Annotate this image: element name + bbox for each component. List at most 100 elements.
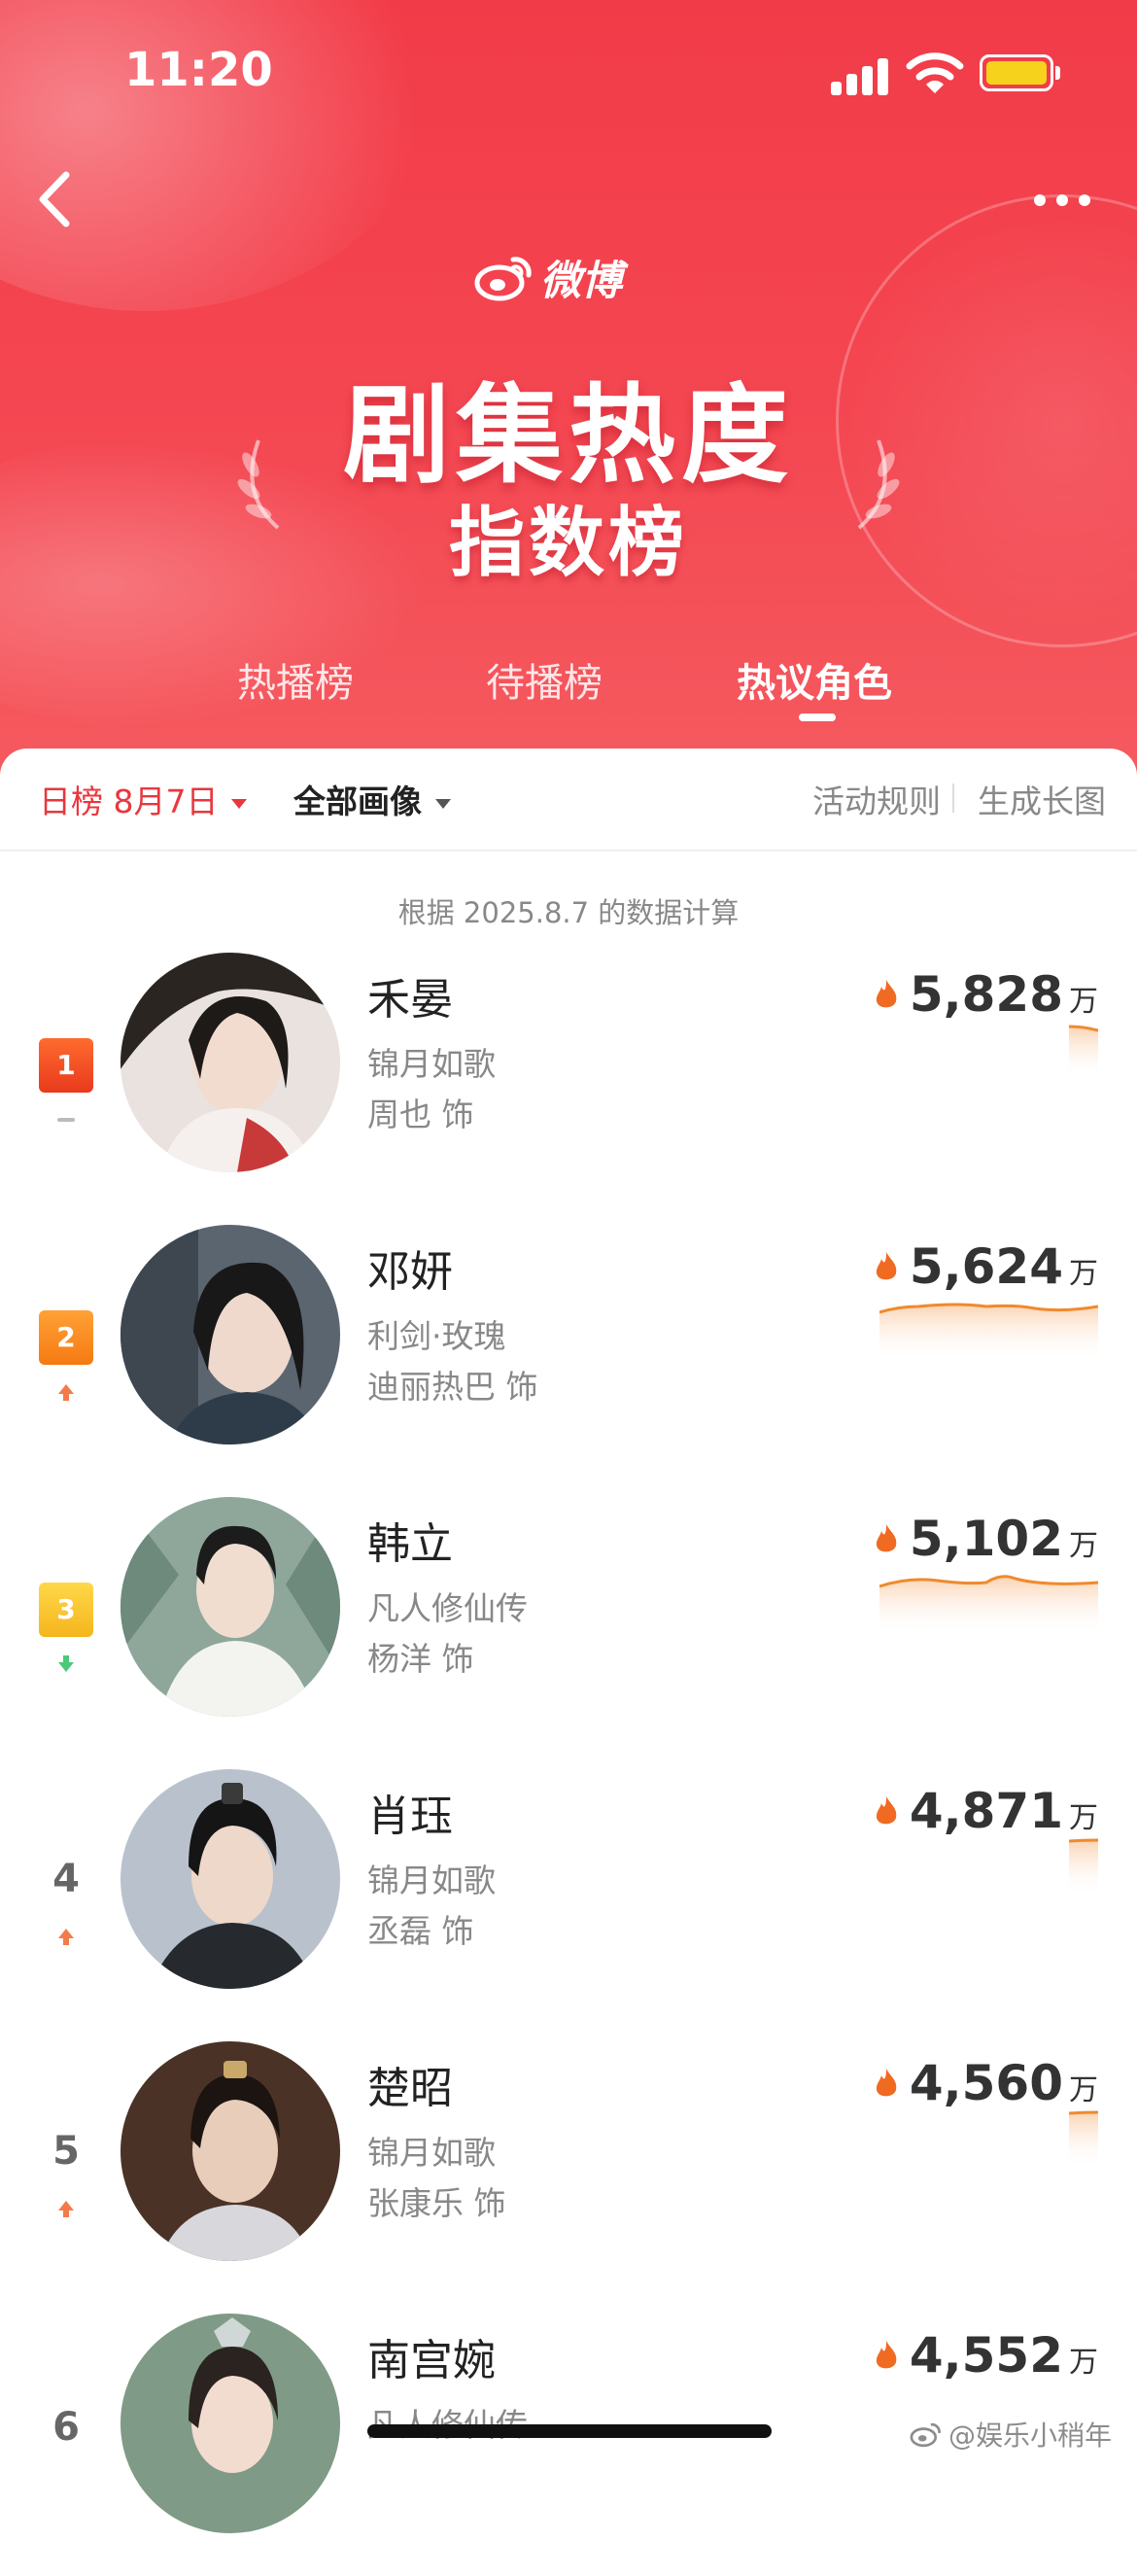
segment-filter-dropdown[interactable]: 全部画像 xyxy=(293,776,451,822)
tab-upcoming[interactable]: 待播榜 xyxy=(486,651,603,708)
calculation-note: 根据 2025.8.7 的数据计算 xyxy=(397,896,740,929)
heat-unit: 万 xyxy=(1069,1801,1098,1835)
caret-down-icon xyxy=(231,798,248,809)
drama-title: 锦月如歌 xyxy=(367,2134,496,2172)
signal-icon xyxy=(831,56,889,95)
tab-now-playing[interactable]: 热播榜 xyxy=(237,651,354,708)
weibo-logo-icon xyxy=(910,2422,941,2448)
watermark: @娱乐小稍年 xyxy=(910,2415,1112,2454)
rank-number: 6 xyxy=(52,2405,80,2450)
trend-sparkline xyxy=(879,1303,1098,1361)
character-name: 肖珏 xyxy=(367,1792,453,1841)
drama-title: 锦月如歌 xyxy=(367,1045,496,1083)
actor-name: 张康乐 饰 xyxy=(367,2184,506,2222)
avatar[interactable] xyxy=(121,2041,340,2261)
watermark-text: @娱乐小稍年 xyxy=(948,2419,1113,2452)
character-name: 邓妍 xyxy=(367,1247,453,1297)
list-item[interactable]: 1 禾晏 锦月如歌 周也 饰 5,828 万 xyxy=(0,943,1137,1215)
avatar[interactable] xyxy=(121,1497,340,1717)
date-filter-label: 日榜 8月7日 xyxy=(39,783,219,820)
heat-unit: 万 xyxy=(1069,985,1098,1019)
heat-unit: 万 xyxy=(1069,2346,1098,2380)
home-indicator[interactable] xyxy=(367,2424,772,2438)
flame-icon xyxy=(876,980,897,1008)
status-time: 11:20 xyxy=(124,43,273,97)
drama-title: 凡人修仙传 xyxy=(367,2399,528,2446)
trend-up-icon xyxy=(58,1384,74,1401)
heat-index: 4,560 万 xyxy=(873,2055,1098,2111)
character-name: 楚昭 xyxy=(367,2064,453,2113)
segment-filter-label: 全部画像 xyxy=(293,783,422,820)
date-filter-dropdown[interactable]: 日榜 8月7日 xyxy=(39,776,248,822)
trend-sparkline xyxy=(1068,1025,1098,1079)
avatar[interactable] xyxy=(121,1769,340,1989)
page-subtitle: 指数榜 xyxy=(448,500,688,587)
wifi-icon xyxy=(906,52,964,93)
heat-unit: 万 xyxy=(1069,1257,1098,1291)
avatar[interactable] xyxy=(121,2314,340,2533)
flame-icon xyxy=(876,1252,897,1280)
heat-unit: 万 xyxy=(1069,1529,1098,1563)
more-options-button[interactable] xyxy=(1030,185,1098,214)
actor-name: 杨洋 饰 xyxy=(367,1640,474,1678)
trend-same-icon xyxy=(57,1118,75,1122)
trend-sparkline xyxy=(879,1575,1098,1635)
avatar[interactable] xyxy=(121,953,340,1172)
list-item[interactable]: 4 肖珏 锦月如歌 丞磊 饰 4,871 万 xyxy=(0,1759,1137,2032)
rules-link[interactable]: 活动规则 xyxy=(812,776,941,822)
rank-badge: 2 xyxy=(39,1310,93,1365)
flame-icon xyxy=(876,1524,897,1552)
header-banner: 11:20 微博 剧集热度 指数榜 热播榜 待播榜 热议角色 xyxy=(0,0,1137,778)
filter-bar: 日榜 8月7日 全部画像 活动规则 生成长图 xyxy=(0,748,1137,852)
weibo-brand: 微博 xyxy=(474,243,622,311)
list-item[interactable]: 2 邓妍 利剑·玫瑰 迪丽热巴 饰 5,624 万 xyxy=(0,1215,1137,1487)
trend-sparkline xyxy=(1068,1838,1098,1896)
weibo-logo-icon xyxy=(474,257,532,301)
active-tab-indicator xyxy=(799,714,836,721)
heat-index: 4,552 万 xyxy=(873,2327,1098,2384)
actor-name: 周也 饰 xyxy=(367,1096,474,1133)
page-title: 剧集热度 xyxy=(343,373,794,498)
rank-badge: 1 xyxy=(39,1038,93,1093)
heat-index: 5,624 万 xyxy=(873,1238,1098,1295)
character-name: 禾晏 xyxy=(367,975,453,1025)
drama-title: 凡人修仙传 xyxy=(367,1589,528,1627)
chart-tabs: 热播榜 待播榜 热议角色 xyxy=(0,642,1137,729)
actor-name: 迪丽热巴 饰 xyxy=(367,1368,538,1406)
heat-value: 4,871 xyxy=(909,1783,1063,1839)
tab-hot-characters[interactable]: 热议角色 xyxy=(737,651,892,708)
divider xyxy=(952,783,954,813)
back-button[interactable] xyxy=(29,165,78,233)
generate-long-image-link[interactable]: 生成长图 xyxy=(978,776,1106,822)
heat-value: 4,552 xyxy=(909,2327,1063,2384)
rank-number: 5 xyxy=(52,2129,80,2174)
heat-value: 5,828 xyxy=(909,966,1063,1023)
heat-unit: 万 xyxy=(1069,2073,1098,2107)
trend-sparkline xyxy=(1068,2110,1098,2168)
flame-icon xyxy=(876,1796,897,1825)
flame-icon xyxy=(876,2341,897,2369)
heat-index: 5,828 万 xyxy=(873,966,1098,1023)
heat-value: 4,560 xyxy=(909,2055,1063,2111)
brand-name: 微博 xyxy=(540,256,623,304)
trend-up-icon xyxy=(58,2201,74,2217)
avatar[interactable] xyxy=(121,1225,340,1445)
list-item[interactable]: 3 韩立 凡人修仙传 杨洋 饰 5,102 万 xyxy=(0,1487,1137,1759)
trend-down-icon xyxy=(58,1655,74,1672)
battery-tip xyxy=(1055,66,1060,80)
heat-index: 5,102 万 xyxy=(873,1511,1098,1567)
actor-name: 丞磊 饰 xyxy=(367,1912,474,1950)
list-item[interactable]: 5 楚昭 锦月如歌 张康乐 饰 4,560 万 xyxy=(0,2032,1137,2304)
trend-up-icon xyxy=(58,1929,74,1945)
heat-value: 5,102 xyxy=(909,1511,1063,1567)
battery-icon xyxy=(980,54,1053,91)
heat-value: 5,624 xyxy=(909,1238,1063,1295)
character-name: 韩立 xyxy=(367,1519,453,1569)
heat-index: 4,871 万 xyxy=(873,1783,1098,1839)
ranking-panel: 日榜 8月7日 全部画像 活动规则 生成长图 根据 2025.8.7 的数据计算… xyxy=(0,748,1137,2533)
caret-down-icon xyxy=(435,798,451,809)
flame-icon xyxy=(876,2069,897,2097)
rank-number: 4 xyxy=(52,1857,80,1901)
character-name: 南宫婉 xyxy=(367,2336,496,2385)
drama-title: 利剑·玫瑰 xyxy=(367,1317,506,1355)
